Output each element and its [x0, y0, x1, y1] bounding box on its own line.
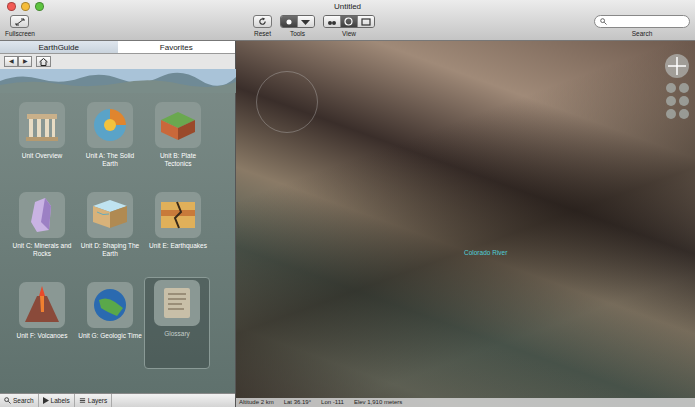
unit-item[interactable]: Glossary	[144, 277, 210, 369]
unit-label: Unit B: Plate Tectonics	[146, 152, 210, 168]
map-label[interactable]: Colorado River	[464, 249, 507, 256]
unit-item[interactable]: Unit B: Plate Tectonics	[144, 99, 212, 189]
header-wave	[0, 69, 236, 93]
unit-label: Unit G: Geologic Time	[78, 332, 142, 340]
fullscreen-icon	[15, 18, 25, 26]
tilt-down-button[interactable]	[679, 96, 689, 106]
bottom-tab[interactable]: Labels	[39, 394, 75, 407]
globe-icon	[344, 17, 353, 26]
glossary-icon	[154, 280, 200, 326]
zoom-button[interactable]	[35, 2, 44, 11]
app-window: UntitledFullscreenResetToolsViewSearchEa…	[0, 0, 695, 407]
toolbar: Untitled Fullscreen Reset Tools View Search	[0, 0, 695, 41]
view-button[interactable]	[357, 16, 374, 27]
rotate-left-button[interactable]	[666, 109, 676, 119]
unit-label: Unit A: The Solid Earth	[78, 152, 142, 168]
overview-icon	[19, 102, 65, 148]
view-group: View	[323, 15, 375, 38]
reset-button[interactable]	[253, 15, 272, 28]
fullscreen-button[interactable]	[10, 15, 29, 28]
tools-group: Tools	[280, 15, 315, 38]
magnifier-icon	[600, 18, 607, 25]
home-icon	[39, 58, 48, 66]
unit-label: Unit E: Earthquakes	[149, 242, 207, 250]
unit-item[interactable]: Unit F: Volcanoes	[8, 279, 76, 369]
compass-rose-icon	[256, 71, 318, 133]
unit-label: Unit F: Volcanoes	[17, 332, 68, 340]
bottom-tab[interactable]: Search	[0, 394, 39, 407]
view-button[interactable]	[324, 16, 340, 27]
reset-icon	[258, 17, 267, 26]
sidebar: EarthGuideFavorites ◀▶ Unit Overview Unit A…	[0, 41, 236, 407]
quakes-icon	[155, 192, 201, 238]
sidebar-tab[interactable]: EarthGuide	[0, 41, 118, 54]
forward-button[interactable]: ▶	[18, 56, 32, 67]
unit-label: Unit D: Shaping The Earth	[78, 242, 142, 258]
fullscreen-group: Fullscreen	[5, 15, 35, 38]
placemark-icon	[285, 18, 293, 26]
home-button[interactable]	[36, 56, 51, 67]
unit-item[interactable]: Unit A: The Solid Earth	[76, 99, 144, 189]
tools-button[interactable]	[281, 16, 297, 27]
minerals-icon	[19, 192, 65, 238]
rotate-right-button[interactable]	[679, 109, 689, 119]
view-button[interactable]	[340, 16, 357, 27]
shaping-icon	[87, 192, 133, 238]
minimize-button[interactable]	[21, 2, 30, 11]
unit-item[interactable]: Unit E: Earthquakes	[144, 189, 212, 279]
layers-icon	[79, 397, 86, 404]
volcano-icon	[19, 282, 65, 328]
search-field[interactable]	[594, 15, 690, 28]
unit-label: Glossary	[164, 330, 190, 338]
map-view[interactable]: Colorado River Altitude 2 kmLat 36.19°Lon…	[236, 41, 695, 407]
window-title: Untitled	[0, 0, 695, 13]
ruler-icon	[301, 18, 310, 26]
close-button[interactable]	[7, 2, 16, 11]
unit-item[interactable]: Unit G: Geologic Time	[76, 279, 144, 369]
search-group: Search	[594, 15, 690, 38]
earth-icon	[87, 102, 133, 148]
unit-item[interactable]: Unit Overview	[8, 99, 76, 189]
navigation-control	[664, 53, 690, 119]
unit-label: Unit Overview	[22, 152, 62, 160]
time-icon	[87, 282, 133, 328]
back-button[interactable]: ◀	[4, 56, 18, 67]
tools-button[interactable]	[297, 16, 314, 27]
status-bar: Altitude 2 kmLat 36.19°Lon -111Elev 1,91…	[236, 398, 695, 407]
binoculars-icon	[327, 18, 337, 26]
compass-icon[interactable]	[664, 53, 690, 79]
tilt-up-button[interactable]	[679, 83, 689, 93]
magnifier-icon	[4, 397, 11, 404]
zoom-in-button[interactable]	[666, 83, 676, 93]
reset-group: Reset	[253, 15, 272, 38]
unit-item[interactable]: Unit C: Minerals and Rocks	[8, 189, 76, 279]
screen-icon	[361, 18, 371, 26]
unit-item[interactable]: Unit D: Shaping The Earth	[76, 189, 144, 279]
plates-icon	[155, 102, 201, 148]
zoom-out-button[interactable]	[666, 96, 676, 106]
unit-label: Unit C: Minerals and Rocks	[10, 242, 74, 258]
sidebar-bottom-bar: Search Labels Layers	[0, 393, 235, 407]
triangle-icon	[43, 397, 49, 404]
sidebar-tab[interactable]: Favorites	[118, 41, 236, 54]
bottom-tab[interactable]: Layers	[75, 394, 113, 407]
